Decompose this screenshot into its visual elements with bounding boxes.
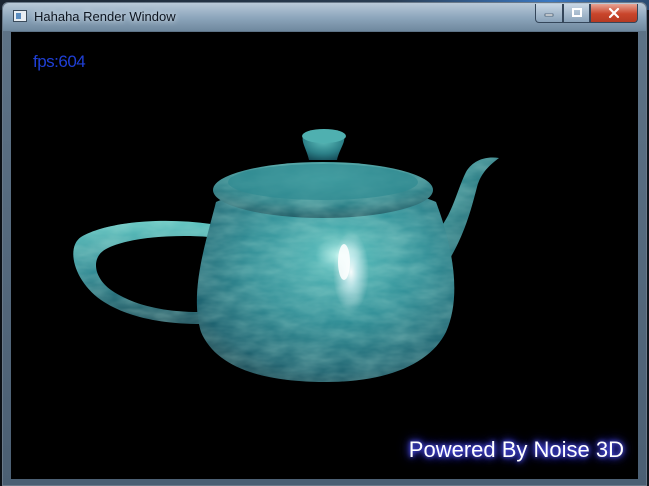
maximize-button[interactable] (563, 4, 590, 23)
maximize-icon (571, 8, 582, 17)
powered-by-overlay: Powered By Noise 3D (408, 437, 624, 462)
close-button[interactable] (590, 4, 638, 23)
app-icon (13, 10, 27, 22)
minimize-button[interactable] (535, 4, 563, 23)
title-bar[interactable]: Hahaha Render Window (3, 3, 646, 31)
close-icon (608, 7, 620, 19)
render-window: Hahaha Render Window fps:604 Powered By … (2, 2, 647, 486)
teapot-model (73, 129, 499, 382)
render-viewport[interactable]: fps:604 Powered By Noise 3D (11, 32, 638, 479)
window-title: Hahaha Render Window (34, 9, 176, 24)
fps-counter: fps:604 (33, 52, 86, 71)
minimize-icon (544, 13, 554, 17)
